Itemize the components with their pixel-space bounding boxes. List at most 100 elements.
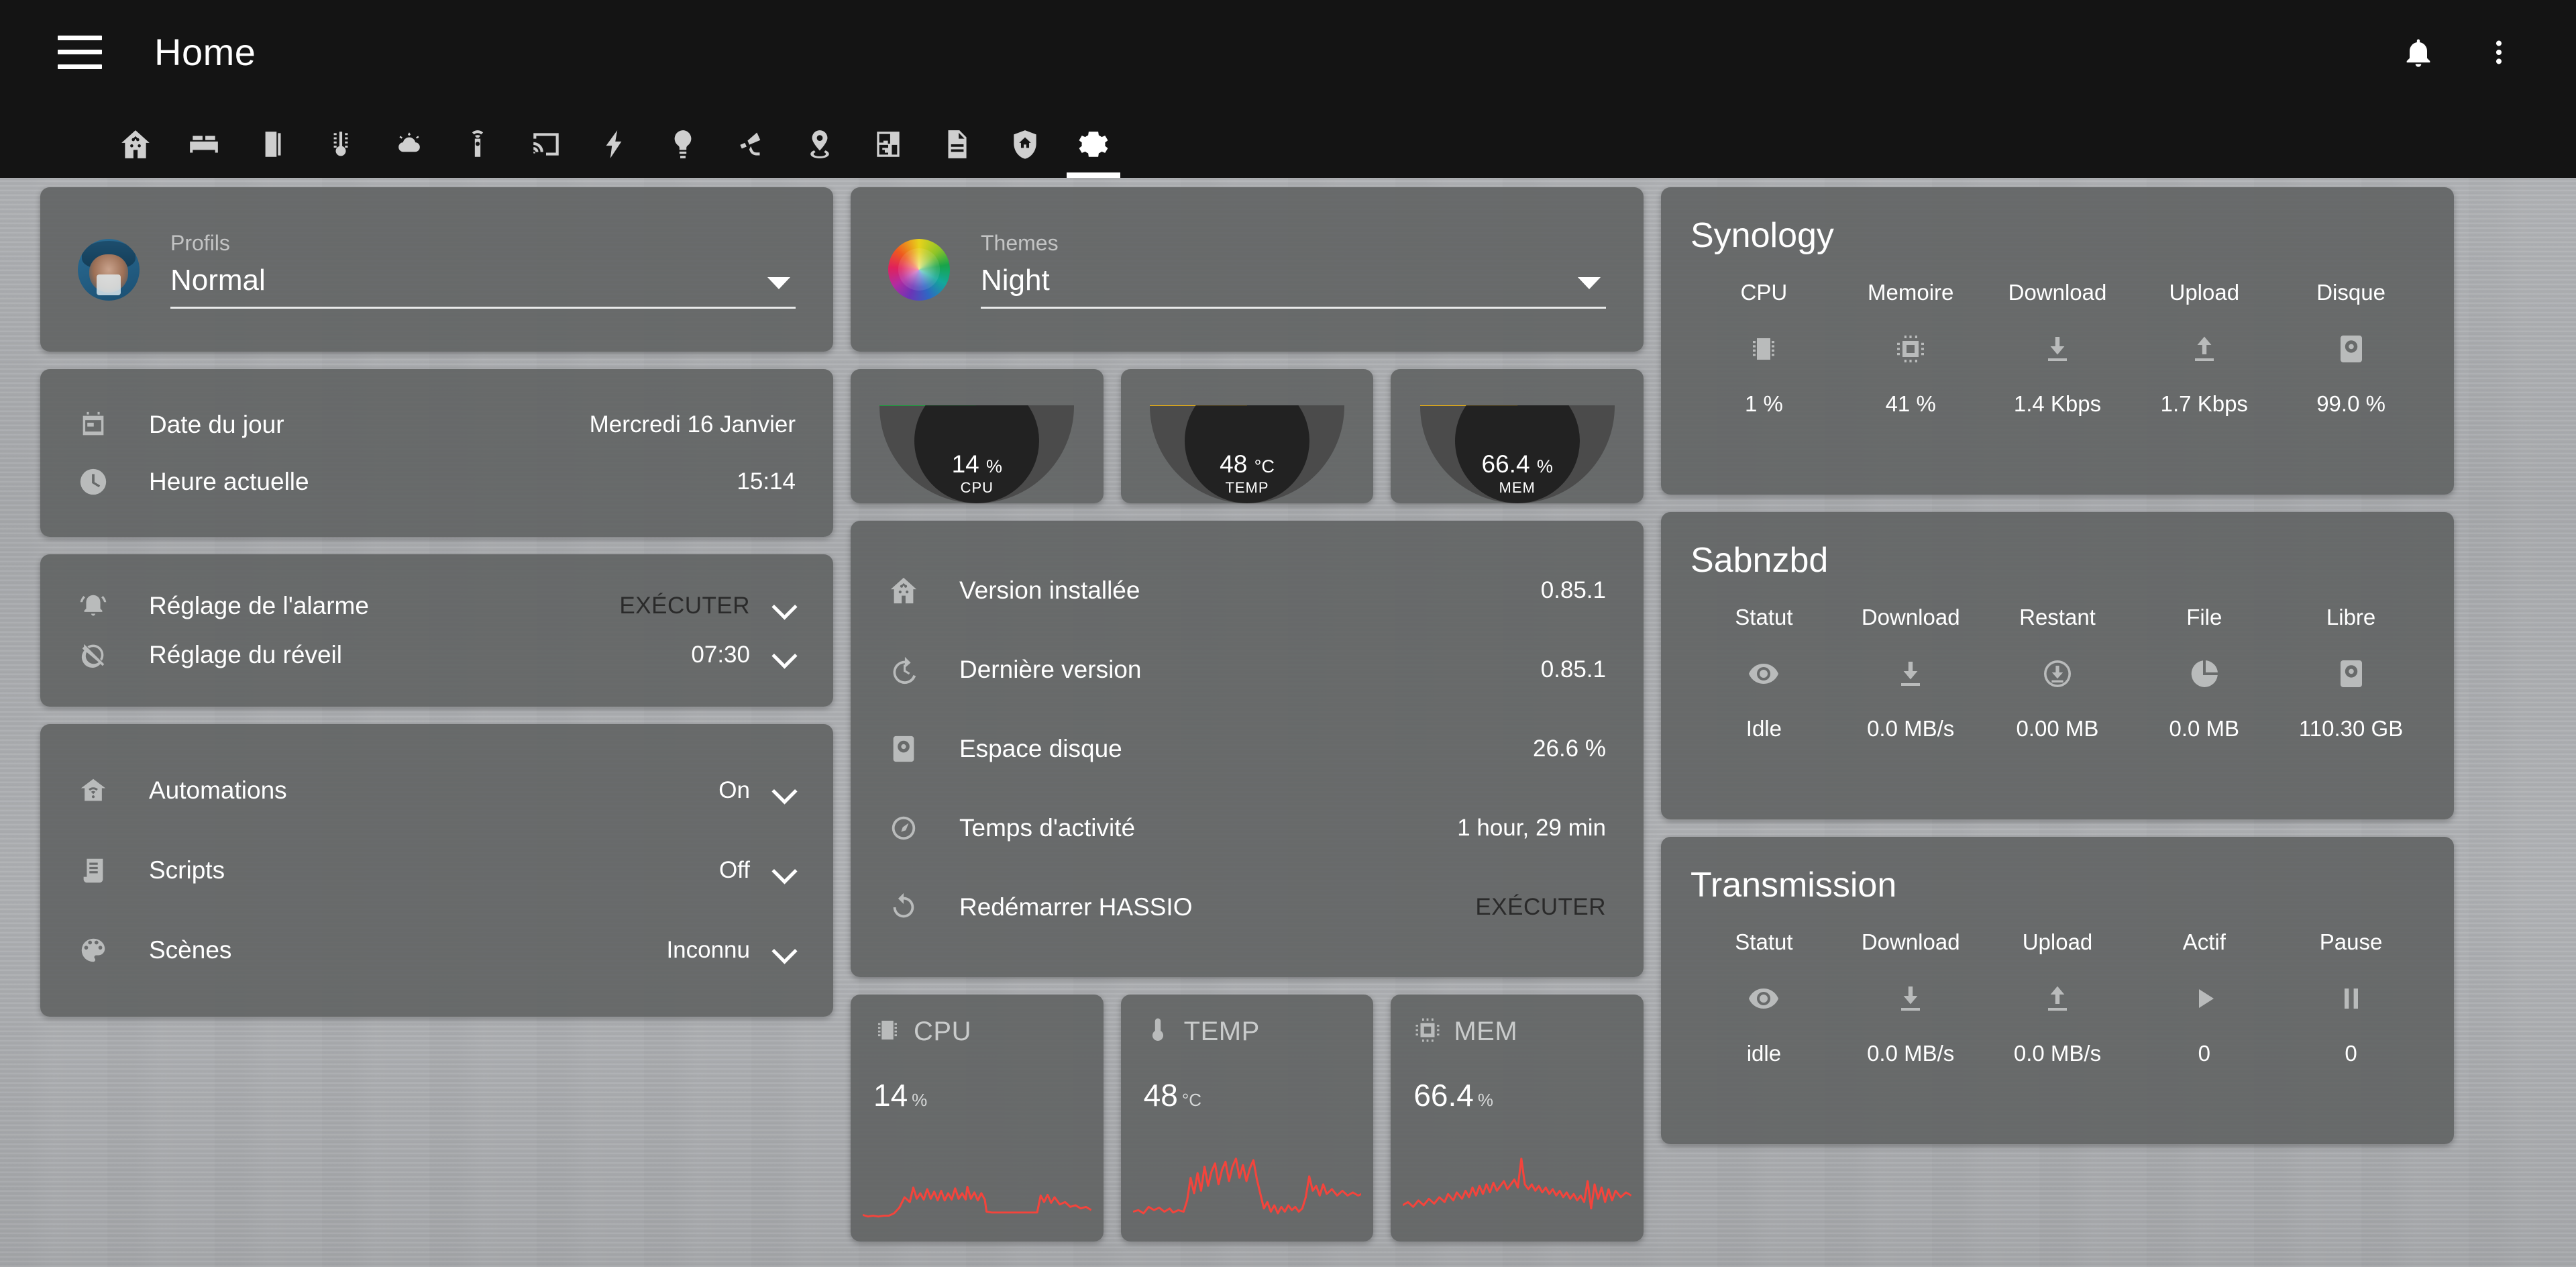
chevron-down-icon[interactable]	[773, 644, 796, 666]
alarm-off-icon	[78, 640, 121, 670]
column-value: 0.00 MB	[2017, 716, 2099, 742]
row-automations[interactable]: Automations On	[78, 751, 796, 831]
column-value: 1.7 Kbps	[2161, 391, 2248, 417]
sabnzbd-col-file[interactable]: File 0.0 MB	[2131, 605, 2277, 742]
sparkline-row: CPU 14% TEMP 48°C	[851, 995, 1644, 1241]
row-label: Version installée	[959, 576, 1541, 605]
chevron-down-icon[interactable]	[773, 779, 796, 802]
row-espace-disque[interactable]: Espace disque 26.6 %	[888, 709, 1606, 789]
synology-col-upload[interactable]: Upload 1.7 Kbps	[2131, 280, 2277, 417]
column-header: Download	[1862, 605, 1960, 630]
upload-icon	[2041, 978, 2074, 1019]
synology-col-cpu[interactable]: CPU 1 %	[1690, 280, 1837, 417]
row-value[interactable]: 07:30	[691, 642, 750, 668]
script-icon	[78, 855, 121, 886]
row-value[interactable]: EXÉCUTER	[619, 593, 750, 619]
gauge-value: 14	[952, 450, 979, 478]
tab-energy[interactable]	[581, 111, 648, 178]
gauge-card-temp[interactable]: 48 °C TEMP	[1121, 369, 1374, 503]
bell-ring-icon	[78, 591, 121, 621]
row-reglage-reveil[interactable]: Réglage du réveil 07:30	[78, 631, 796, 680]
column-header: Actif	[2183, 929, 2226, 955]
tab-settings[interactable]	[1060, 111, 1127, 178]
row-value[interactable]: Off	[719, 857, 750, 884]
sparkline-title: CPU	[914, 1017, 971, 1047]
sabnzbd-col-statut[interactable]: Statut Idle	[1690, 605, 1837, 742]
column-value: 0.0 MB/s	[2014, 1041, 2101, 1066]
sparkline-unit: %	[1478, 1090, 1493, 1110]
column-value: 41 %	[1886, 391, 1936, 417]
tab-bar[interactable]	[0, 104, 2576, 178]
caret-down-icon[interactable]	[767, 277, 790, 289]
sabnzbd-col-libre[interactable]: Libre 110.30 GB	[2277, 605, 2424, 742]
column-header: Upload	[2169, 280, 2240, 305]
row-version-installee[interactable]: Version installée 0.85.1	[888, 551, 1606, 630]
tab-logbook[interactable]	[923, 111, 990, 178]
tab-doors[interactable]	[239, 111, 306, 178]
sabnzbd-col-restant[interactable]: Restant 0.00 MB	[1984, 605, 2131, 742]
tab-media[interactable]	[513, 111, 580, 178]
column-header: File	[2186, 605, 2222, 630]
row-scenes[interactable]: Scènes Inconnu	[78, 910, 796, 990]
tab-climate[interactable]	[307, 111, 374, 178]
row-value[interactable]: EXÉCUTER	[1475, 894, 1606, 921]
row-label: Scènes	[149, 936, 666, 964]
row-heure-actuelle[interactable]: Heure actuelle 15:14	[78, 453, 796, 510]
tab-floorplan[interactable]	[855, 111, 922, 178]
themes-value[interactable]: Night	[981, 264, 1050, 297]
transmission-col-pause[interactable]: Pause 0	[2277, 929, 2424, 1066]
row-scripts[interactable]: Scripts Off	[78, 831, 796, 911]
download-icon	[1894, 653, 1927, 695]
harddisk-icon	[2335, 653, 2367, 695]
kebab-menu-icon[interactable]	[2469, 22, 2529, 83]
column-header: Disque	[2316, 280, 2385, 305]
tab-weather[interactable]	[376, 111, 443, 178]
bell-icon[interactable]	[2388, 22, 2449, 83]
transmission-col-statut[interactable]: Statut idle	[1690, 929, 1837, 1066]
tab-sensors[interactable]	[444, 111, 511, 178]
chevron-down-icon[interactable]	[773, 939, 796, 962]
sabnzbd-card: Sabnzbd Statut Idle Download 0.0 MB/s Re…	[1661, 512, 2454, 819]
themes-card[interactable]: Themes Night	[851, 187, 1644, 352]
hamburger-menu-icon[interactable]	[58, 36, 102, 69]
sparkline-card-temp[interactable]: TEMP 48°C	[1121, 995, 1374, 1241]
sparkline-card-cpu[interactable]: CPU 14%	[851, 995, 1104, 1241]
row-derniere-version[interactable]: Dernière version 0.85.1	[888, 630, 1606, 709]
tab-security[interactable]	[991, 111, 1059, 178]
row-temps-activite[interactable]: Temps d'activité 1 hour, 29 min	[888, 789, 1606, 868]
gauge-name: TEMP	[1150, 479, 1344, 497]
column-header: Statut	[1735, 929, 1792, 955]
caret-down-icon[interactable]	[1578, 277, 1601, 289]
transmission-col-upload[interactable]: Upload 0.0 MB/s	[1984, 929, 2131, 1066]
row-redemarrer-hassio[interactable]: Redémarrer HASSIO EXÉCUTER	[888, 868, 1606, 947]
tab-lights[interactable]	[649, 111, 716, 178]
tab-bedroom[interactable]	[170, 111, 237, 178]
tab-cameras[interactable]	[718, 111, 785, 178]
tab-location[interactable]	[786, 111, 853, 178]
column-value: 0.0 MB	[2169, 716, 2240, 742]
gauge-mem: 66.4 % MEM	[1420, 405, 1615, 503]
synology-col-memoire[interactable]: Memoire 41 %	[1837, 280, 1984, 417]
sabnzbd-col-download[interactable]: Download 0.0 MB/s	[1837, 605, 1984, 742]
transmission-col-download[interactable]: Download 0.0 MB/s	[1837, 929, 1984, 1066]
transmission-title: Transmission	[1690, 865, 2424, 905]
themes-label: Themes	[981, 231, 1606, 256]
synology-col-disque[interactable]: Disque 99.0 %	[2277, 280, 2424, 417]
row-label: Date du jour	[149, 411, 590, 439]
row-reglage-alarme[interactable]: Réglage de l'alarme EXÉCUTER	[78, 581, 796, 631]
synology-col-download[interactable]: Download 1.4 Kbps	[1984, 280, 2131, 417]
transmission-col-actif[interactable]: Actif 0	[2131, 929, 2277, 1066]
gauge-card-mem[interactable]: 66.4 % MEM	[1391, 369, 1644, 503]
tab-home-assistant[interactable]	[102, 111, 169, 178]
row-date-du-jour[interactable]: Date du jour Mercredi 16 Janvier	[78, 396, 796, 453]
profils-card[interactable]: Profils Normal	[40, 187, 833, 352]
chevron-down-icon[interactable]	[773, 859, 796, 882]
left-column: Profils Normal Date du jour Mercredi 16 …	[40, 187, 833, 1267]
row-value[interactable]: Inconnu	[666, 937, 750, 964]
chevron-down-icon[interactable]	[773, 595, 796, 617]
sparkline-card-mem[interactable]: MEM 66.4%	[1391, 995, 1644, 1241]
gauge-value: 48	[1220, 450, 1247, 478]
gauge-card-cpu[interactable]: 14 % CPU	[851, 369, 1104, 503]
profils-value[interactable]: Normal	[170, 264, 266, 297]
row-value[interactable]: On	[718, 777, 750, 804]
